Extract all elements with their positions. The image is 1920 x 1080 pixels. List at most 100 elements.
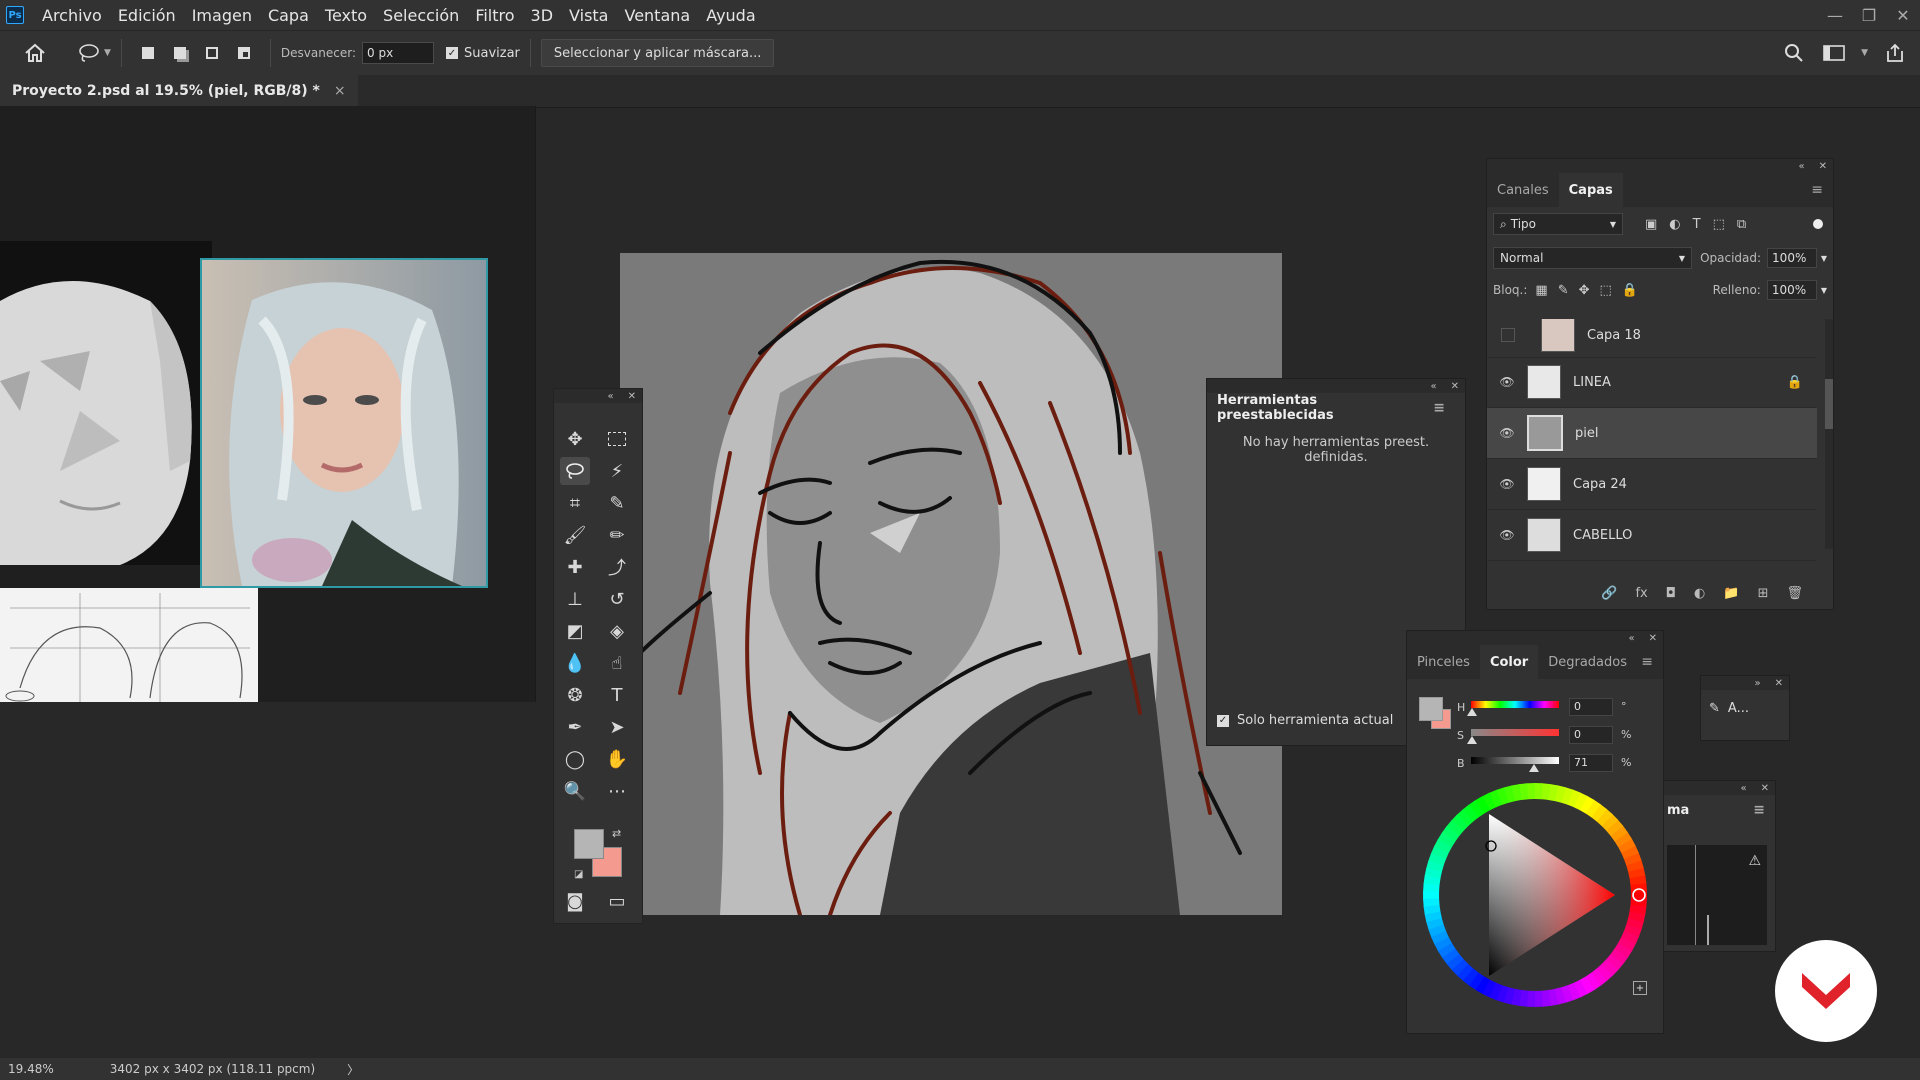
pencil-tool-icon[interactable]: ✏ [602,521,632,549]
eye-icon[interactable]: 👁 [1495,528,1519,542]
filter-smart-object-icon[interactable]: ⧉ [1737,217,1746,232]
zoom-level[interactable]: 19.48% [8,1062,54,1076]
close-icon[interactable]: ✕ [1775,678,1783,689]
lasso-tool-preset-icon[interactable] [76,40,102,66]
layer-row-cabello[interactable]: 👁 CABELLO [1487,510,1817,561]
color-wheel[interactable] [1419,779,1651,1011]
new-selection-mode-button[interactable] [136,41,160,65]
eye-icon[interactable]: 👁 [1495,477,1519,491]
histogram-tab[interactable]: ma [1667,803,1689,818]
menu-item-seleccion[interactable]: Selección [375,6,467,25]
close-tab-icon[interactable]: × [334,83,346,99]
tab-gradients[interactable]: Degradados [1538,645,1637,679]
adjustment-layer-icon[interactable]: ◐ [1694,586,1705,601]
document-tab[interactable]: Proyecto 2.psd al 19.5% (piel, RGB/8) * … [0,75,358,107]
collapse-icon[interactable]: « [1430,381,1436,392]
fill-input[interactable]: 100% [1766,280,1817,300]
slider-track[interactable] [1471,701,1559,708]
clone-stamp-icon[interactable]: ⊥ [560,585,590,613]
collapse-icon[interactable]: » [1754,678,1760,689]
close-icon[interactable]: ✕ [628,391,636,402]
pen-tool-icon[interactable]: ✒ [560,713,590,741]
menu-item-ayuda[interactable]: Ayuda [698,6,763,25]
slider-handle[interactable] [1529,764,1540,772]
menu-item-archivo[interactable]: Archivo [34,6,110,25]
art-history-brush-icon[interactable]: ↺ [602,585,632,613]
path-selection-icon[interactable]: ➤ [602,713,632,741]
intersect-selection-mode-button[interactable] [232,41,256,65]
crop-tool-icon[interactable]: ⌗ [560,489,590,517]
slider-handle[interactable] [1467,708,1477,716]
layer-row-linea[interactable]: 👁 LINEA 🔒 [1487,357,1817,408]
screen-mode-icon[interactable]: ▭ [602,887,632,915]
smooth-checkbox[interactable]: ✓ Suavizar [446,46,520,61]
menu-item-edicion[interactable]: Edición [110,6,184,25]
history-brush-icon[interactable]: ⤴ [602,553,632,581]
tab-channels[interactable]: Canales [1487,173,1559,207]
lock-artboard-icon[interactable]: ⬚ [1600,283,1612,298]
link-layers-icon[interactable]: 🔗 [1601,586,1617,601]
eye-icon[interactable]: 👁 [1495,375,1519,389]
search-icon[interactable] [1781,40,1807,66]
eraser-tool-icon[interactable]: ◩ [560,617,590,645]
eyedropper-icon[interactable]: ✎ [602,489,632,517]
blend-mode-dropdown[interactable]: Normal ▼ [1493,247,1693,269]
filter-toggle-icon[interactable] [1813,219,1823,229]
layers-scrollbar[interactable] [1825,319,1833,549]
select-and-mask-button[interactable]: Seleccionar y aplicar máscara... [540,39,775,67]
status-menu-arrow[interactable]: 〉 [347,1061,359,1078]
foreground-color-swatch[interactable] [574,829,604,859]
zoom-tool-icon[interactable]: 🔍 [560,777,590,805]
close-icon[interactable]: ✕ [1451,381,1459,392]
menu-item-texto[interactable]: Texto [317,6,375,25]
close-window-button[interactable]: ✕ [1886,6,1920,25]
fg-color-swatch[interactable] [1419,697,1443,721]
tab-color[interactable]: Color [1479,645,1539,679]
healing-brush-icon[interactable]: ✚ [560,553,590,581]
warning-icon[interactable]: ⚠ [1748,853,1761,869]
new-layer-icon[interactable]: ⊞ [1758,586,1769,601]
panel-menu-icon[interactable]: ≡ [1641,654,1653,670]
tab-brushes[interactable]: Pinceles [1407,645,1480,679]
hand-tool-icon[interactable]: ✋ [602,745,632,773]
more-tools-icon[interactable]: ⋯ [602,777,632,805]
add-mask-icon[interactable]: ◘ [1666,586,1676,601]
collapse-icon[interactable]: « [607,391,613,402]
scrollbar-thumb[interactable] [1825,379,1833,429]
current-tool-only-checkbox[interactable]: ✓ Solo herramienta actual + [1217,713,1422,728]
menu-item-filtro[interactable]: Filtro [467,6,522,25]
visibility-toggle-hidden[interactable] [1501,328,1515,342]
close-icon[interactable]: ✕ [1761,783,1769,794]
brush-tool-icon[interactable]: 🖌 [560,521,590,549]
slider-handle[interactable] [1467,736,1477,744]
lock-pixels-icon[interactable]: ✎ [1558,283,1569,298]
eye-icon[interactable]: 👁 [1495,426,1519,440]
subtract-selection-mode-button[interactable] [200,41,224,65]
minimize-button[interactable]: — [1818,6,1852,25]
home-icon[interactable] [22,40,48,66]
slider-value-input[interactable]: 0 [1569,698,1613,716]
document-canvas[interactable] [620,253,1282,915]
add-selection-mode-button[interactable] [168,41,192,65]
quick-mask-icon[interactable]: ◙ [560,887,590,915]
feather-input[interactable] [362,42,434,64]
layer-filter-dropdown[interactable]: ⌕ Tipo ▼ [1493,213,1623,235]
lock-all-icon[interactable]: 🔒 [1622,283,1638,298]
marquee-tool-icon[interactable] [602,425,632,453]
panel-menu-icon[interactable]: ≡ [1433,400,1445,416]
blur-tool-icon[interactable]: 💧 [560,649,590,677]
filter-pixel-icon[interactable]: ▣ [1645,217,1657,232]
smudge-tool-icon[interactable]: ☝ [602,649,632,677]
collapse-icon[interactable]: « [1740,783,1746,794]
menu-item-imagen[interactable]: Imagen [184,6,260,25]
hue-segment[interactable] [1527,990,1536,1007]
restore-button[interactable]: ❐ [1852,6,1886,25]
menu-item-ventana[interactable]: Ventana [616,6,698,25]
filter-shape-icon[interactable]: ⬚ [1713,217,1725,232]
collapse-icon[interactable]: « [1798,161,1804,172]
panel-menu-icon[interactable]: ≡ [1811,182,1823,198]
new-group-icon[interactable]: 📁 [1723,586,1739,601]
panel-menu-icon[interactable]: ≡ [1753,802,1765,818]
slider-value-input[interactable]: 71 [1569,754,1613,772]
layer-row-capa-18[interactable]: Capa 18 [1487,319,1817,358]
